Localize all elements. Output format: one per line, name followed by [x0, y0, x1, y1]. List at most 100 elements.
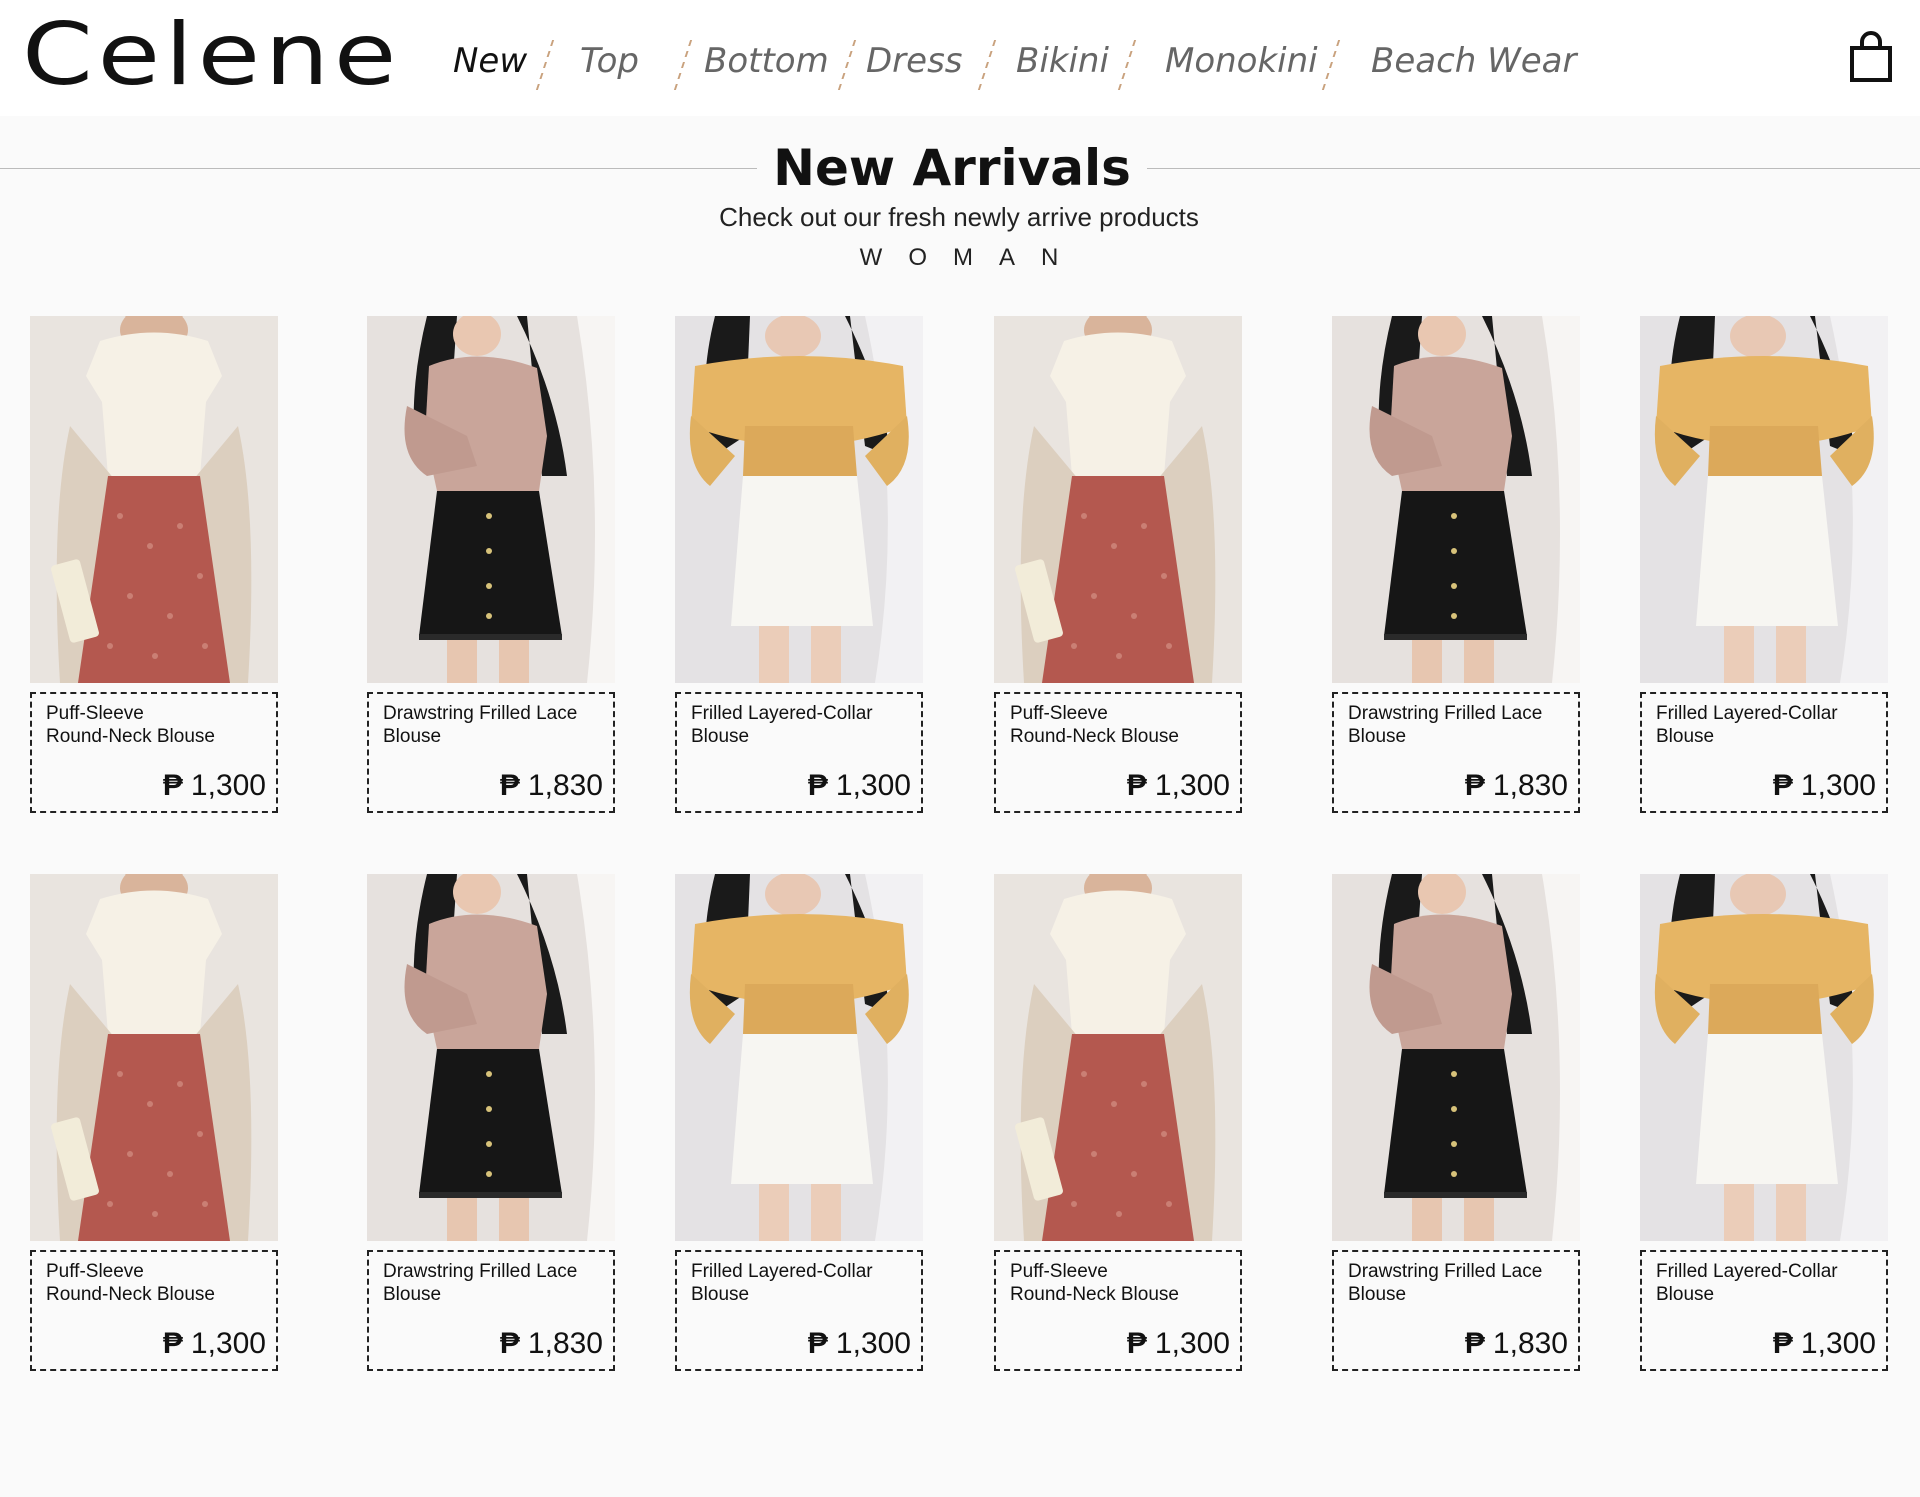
price-amount: 1,300 [1154, 1327, 1230, 1360]
nav-item-new[interactable]: New [453, 36, 527, 86]
product-name-line2: Blouse [383, 726, 442, 747]
product-info-box[interactable]: Drawstring Frilled Lace Blouse ₱ 1,830 [367, 1250, 615, 1371]
category-label[interactable]: WOMAN [0, 244, 1918, 272]
price-amount: 1,300 [835, 1327, 911, 1360]
currency-symbol: ₱ [807, 769, 828, 802]
product-info-box[interactable]: Puff-Sleeve Round-Neck Blouse ₱ 1,300 [994, 1250, 1242, 1371]
currency-symbol: ₱ [162, 1327, 183, 1360]
product-image[interactable] [675, 316, 923, 683]
nav-item-beach-wear[interactable]: Beach Wear [1371, 36, 1576, 86]
brand-logo[interactable]: Celene [22, 12, 396, 98]
product-name-line1: Drawstring Frilled Lace [383, 1261, 578, 1282]
product-image[interactable] [1640, 874, 1888, 1241]
nav-separator [535, 40, 555, 90]
product-image[interactable] [994, 874, 1242, 1241]
product-info-box[interactable]: Puff-Sleeve Round-Neck Blouse ₱ 1,300 [30, 692, 278, 813]
product-name-line1: Puff-Sleeve [46, 1261, 144, 1282]
price-amount: 1,300 [835, 769, 911, 802]
product-price: ₱ 1,830 [500, 1327, 603, 1361]
product-image[interactable] [367, 874, 615, 1241]
product-name-line2: Round-Neck Blouse [1010, 1284, 1179, 1305]
product-name[interactable]: Puff-Sleeve Round-Neck Blouse [46, 702, 272, 748]
shopping-bag-icon [1850, 31, 1892, 82]
nav-separator [977, 40, 997, 90]
price-amount: 1,830 [1492, 1327, 1568, 1360]
nav-item-bottom[interactable]: Bottom [704, 36, 829, 86]
product-name-line2: Blouse [383, 1284, 442, 1305]
product-name-line2: Blouse [1656, 1284, 1715, 1305]
product-name[interactable]: Frilled Layered-Collar Blouse [1656, 702, 1882, 748]
product-info-box[interactable]: Drawstring Frilled Lace Blouse ₱ 1,830 [1332, 1250, 1580, 1371]
product-name-line1: Puff-Sleeve [46, 703, 144, 724]
product-name-line1: Frilled Layered-Collar [1656, 703, 1838, 724]
product-image[interactable] [367, 316, 615, 683]
cart-button[interactable] [1848, 30, 1894, 84]
product-image[interactable] [675, 874, 923, 1241]
nav-item-monokini[interactable]: Monokini [1165, 36, 1318, 86]
nav-separator [1117, 40, 1137, 90]
product-image[interactable] [1332, 874, 1580, 1241]
product-name[interactable]: Frilled Layered-Collar Blouse [1656, 1260, 1882, 1306]
product-price: ₱ 1,830 [1465, 769, 1568, 803]
product-name-line2: Blouse [691, 1284, 750, 1305]
product-image[interactable] [994, 316, 1242, 683]
product-name[interactable]: Frilled Layered-Collar Blouse [691, 1260, 917, 1306]
nav-separator [1321, 40, 1341, 90]
product-price: ₱ 1,300 [1773, 769, 1876, 803]
nav-item-dress[interactable]: Dress [866, 36, 963, 86]
brand-name[interactable]: Celene [22, 12, 401, 98]
nav-item-bikini[interactable]: Bikini [1016, 36, 1109, 86]
product-name-line2: Blouse [691, 726, 750, 747]
currency-symbol: ₱ [162, 769, 183, 802]
product-info-box[interactable]: Frilled Layered-Collar Blouse ₱ 1,300 [675, 692, 923, 813]
product-image[interactable] [1640, 316, 1888, 683]
product-info-box[interactable]: Frilled Layered-Collar Blouse ₱ 1,300 [675, 1250, 923, 1371]
currency-symbol: ₱ [1772, 769, 1793, 802]
price-amount: 1,830 [527, 1327, 603, 1360]
product-price: ₱ 1,830 [500, 769, 603, 803]
product-name-line2: Blouse [1656, 726, 1715, 747]
product-image[interactable] [30, 316, 278, 683]
product-info-box[interactable]: Puff-Sleeve Round-Neck Blouse ₱ 1,300 [994, 692, 1242, 813]
product-price: ₱ 1,300 [163, 1327, 266, 1361]
product-image[interactable] [30, 874, 278, 1241]
product-info-box[interactable]: Drawstring Frilled Lace Blouse ₱ 1,830 [1332, 692, 1580, 813]
product-name-line2: Round-Neck Blouse [46, 1284, 215, 1305]
product-name-line1: Drawstring Frilled Lace [1348, 1261, 1543, 1282]
nav-item-top[interactable]: Top [580, 36, 639, 86]
section-title: New Arrivals [0, 138, 1904, 198]
price-amount: 1,300 [1800, 1327, 1876, 1360]
product-price: ₱ 1,300 [1127, 1327, 1230, 1361]
product-name[interactable]: Puff-Sleeve Round-Neck Blouse [46, 1260, 272, 1306]
currency-symbol: ₱ [1126, 769, 1147, 802]
product-name[interactable]: Drawstring Frilled Lace Blouse [1348, 702, 1574, 748]
price-amount: 1,300 [1154, 769, 1230, 802]
product-price: ₱ 1,300 [808, 769, 911, 803]
price-amount: 1,300 [1800, 769, 1876, 802]
product-name[interactable]: Drawstring Frilled Lace Blouse [1348, 1260, 1574, 1306]
product-name[interactable]: Puff-Sleeve Round-Neck Blouse [1010, 702, 1236, 748]
price-amount: 1,300 [190, 769, 266, 802]
product-info-box[interactable]: Drawstring Frilled Lace Blouse ₱ 1,830 [367, 692, 615, 813]
product-name-line1: Frilled Layered-Collar [691, 1261, 873, 1282]
product-name-line1: Puff-Sleeve [1010, 703, 1108, 724]
product-name-line2: Blouse [1348, 1284, 1407, 1305]
currency-symbol: ₱ [1772, 1327, 1793, 1360]
product-name[interactable]: Drawstring Frilled Lace Blouse [383, 1260, 609, 1306]
currency-symbol: ₱ [499, 1327, 520, 1360]
product-info-box[interactable]: Puff-Sleeve Round-Neck Blouse ₱ 1,300 [30, 1250, 278, 1371]
currency-symbol: ₱ [1126, 1327, 1147, 1360]
product-info-box[interactable]: Frilled Layered-Collar Blouse ₱ 1,300 [1640, 692, 1888, 813]
product-image[interactable] [1332, 316, 1580, 683]
product-name[interactable]: Drawstring Frilled Lace Blouse [383, 702, 609, 748]
product-name-line1: Frilled Layered-Collar [691, 703, 873, 724]
site-header: Celene New Top Bottom Dress Bikini Monok… [0, 0, 1920, 116]
currency-symbol: ₱ [499, 769, 520, 802]
nav-separator [837, 40, 857, 90]
product-name[interactable]: Frilled Layered-Collar Blouse [691, 702, 917, 748]
product-name-line1: Drawstring Frilled Lace [1348, 703, 1543, 724]
product-name-line1: Frilled Layered-Collar [1656, 1261, 1838, 1282]
product-name[interactable]: Puff-Sleeve Round-Neck Blouse [1010, 1260, 1236, 1306]
product-info-box[interactable]: Frilled Layered-Collar Blouse ₱ 1,300 [1640, 1250, 1888, 1371]
product-price: ₱ 1,300 [1773, 1327, 1876, 1361]
